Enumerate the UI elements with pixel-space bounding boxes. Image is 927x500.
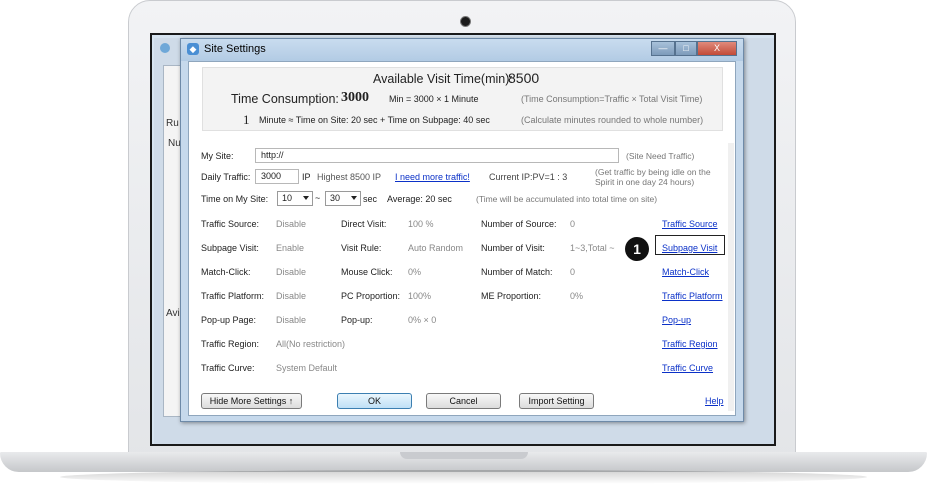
traffic-platform-label: Traffic Platform:: [201, 291, 265, 301]
time-from-select[interactable]: 10: [277, 191, 313, 206]
minute-value: 1: [243, 112, 250, 127]
visit-rule-label: Visit Rule:: [341, 243, 382, 253]
daily-traffic-input[interactable]: 3000: [255, 169, 299, 184]
time-on-site-label: Time on My Site:: [201, 194, 269, 204]
popup-value: 0% × 0: [408, 315, 437, 325]
average-time: Average: 20 sec: [387, 194, 452, 204]
popup-link[interactable]: Pop-up: [662, 315, 691, 325]
dropdown-arrow-icon: [303, 196, 309, 200]
summary-panel: Available Visit Time(min): 8500 Time Con…: [202, 67, 723, 131]
available-time-label: Available Visit Time(min):: [373, 72, 513, 86]
background-label: Nu: [168, 138, 181, 149]
popup-label: Pop-up:: [341, 315, 373, 325]
minute-note: (Calculate minutes rounded to whole numb…: [521, 115, 704, 125]
import-setting-button[interactable]: Import Setting: [519, 393, 594, 409]
app-icon: ◆: [187, 43, 199, 55]
my-site-label: My Site:: [201, 151, 234, 161]
hide-more-settings-button[interactable]: Hide More Settings ↑: [201, 393, 302, 409]
direct-visit-value: 100 %: [408, 219, 434, 229]
minute-formula: Minute ≈ Time on Site: 20 sec + Time on …: [259, 115, 490, 125]
current-ip-pv: Current IP:PV=1 : 3: [489, 172, 568, 182]
traffic-platform-link[interactable]: Traffic Platform: [662, 291, 723, 301]
traffic-curve-link[interactable]: Traffic Curve: [662, 363, 713, 373]
traffic-region-label: Traffic Region:: [201, 339, 260, 349]
number-of-source-label: Number of Source:: [481, 219, 557, 229]
number-of-match-value: 0: [570, 267, 576, 277]
traffic-curve-label: Traffic Curve:: [201, 363, 255, 373]
traffic-source-label: Traffic Source:: [201, 219, 260, 229]
mouse-click-label: Mouse Click:: [341, 267, 393, 277]
traffic-source-link[interactable]: Traffic Source: [662, 219, 718, 229]
app-logo-icon: [160, 43, 170, 53]
consumption-label: Time Consumption:: [231, 92, 339, 106]
consumption-note: (Time Consumption=Traffic × Total Visit …: [521, 94, 703, 104]
match-click-value: Disable: [276, 267, 307, 277]
subpage-visit-link[interactable]: Subpage Visit: [662, 243, 717, 253]
consumption-value: 3000: [341, 90, 369, 105]
time-note: (Time will be accumulated into total tim…: [476, 194, 658, 204]
cancel-button[interactable]: Cancel: [426, 393, 501, 409]
dialog-title: Site Settings: [204, 43, 266, 55]
traffic-note-line1: (Get traffic by being idle on the: [595, 167, 711, 177]
daily-traffic-label: Daily Traffic:: [201, 172, 251, 182]
time-to-value: 30: [330, 193, 341, 203]
pc-proportion-label: PC Proportion:: [341, 291, 401, 301]
time-unit: sec: [363, 194, 378, 204]
maximize-button[interactable]: □: [675, 41, 697, 56]
dropdown-arrow-icon: [351, 196, 357, 200]
highest-traffic: Highest 8500 IP: [317, 172, 382, 182]
traffic-region-link[interactable]: Traffic Region: [662, 339, 718, 349]
laptop-notch: [400, 452, 528, 459]
visit-rule-value: Auto Random: [408, 243, 464, 253]
laptop-shadow: [60, 470, 867, 484]
mouse-click-value: 0%: [408, 267, 422, 277]
background-label: Avi: [166, 308, 180, 319]
popup-page-value: Disable: [276, 315, 307, 325]
background-label: Ru: [166, 118, 179, 129]
site-note: (Site Need Traffic): [626, 151, 695, 161]
step-callout-badge: 1: [625, 237, 649, 261]
minimize-button[interactable]: —: [651, 41, 675, 56]
site-url-input[interactable]: http://: [255, 148, 619, 163]
traffic-source-value: Disable: [276, 219, 307, 229]
available-time-value: 8500: [508, 70, 540, 86]
daily-traffic-unit: IP: [302, 172, 311, 182]
traffic-curve-value: System Default: [276, 363, 338, 373]
me-proportion-label: ME Proportion:: [481, 291, 542, 301]
traffic-platform-value: Disable: [276, 291, 307, 301]
pc-proportion-value: 100%: [408, 291, 432, 301]
settings-scroll-area: [728, 143, 734, 411]
traffic-region-value: All(No restriction): [276, 339, 346, 349]
match-click-link[interactable]: Match-Click: [662, 267, 709, 277]
time-range-tilde: ~: [315, 193, 321, 203]
dialog-body: Available Visit Time(min): 8500 Time Con…: [188, 61, 736, 416]
traffic-note-line2: Spirit in one day 24 hours): [595, 177, 695, 187]
direct-visit-label: Direct Visit:: [341, 219, 387, 229]
help-link[interactable]: Help: [705, 396, 724, 406]
me-proportion-value: 0%: [570, 291, 584, 301]
match-click-label: Match-Click:: [201, 267, 251, 277]
title-bar[interactable]: ◆ Site Settings — □ X: [181, 39, 743, 61]
number-of-source-value: 0: [570, 219, 576, 229]
close-button[interactable]: X: [697, 41, 737, 56]
time-to-select[interactable]: 30: [325, 191, 361, 206]
time-from-value: 10: [282, 193, 293, 203]
subpage-visit-value: Enable: [276, 243, 305, 253]
site-settings-dialog: ◆ Site Settings — □ X Available Visit Ti…: [180, 38, 744, 422]
consumption-formula: Min = 3000 × 1 Minute: [389, 94, 479, 104]
number-of-visit-label: Number of Visit:: [481, 243, 545, 253]
number-of-visit-value: 1~3,Total ~: [570, 243, 615, 253]
webcam-icon: [460, 16, 471, 27]
popup-page-label: Pop-up Page:: [201, 315, 257, 325]
ok-button[interactable]: OK: [337, 393, 412, 409]
number-of-match-label: Number of Match:: [481, 267, 553, 277]
need-more-traffic-link[interactable]: I need more traffic!: [395, 172, 470, 182]
subpage-visit-label: Subpage Visit:: [201, 243, 259, 253]
